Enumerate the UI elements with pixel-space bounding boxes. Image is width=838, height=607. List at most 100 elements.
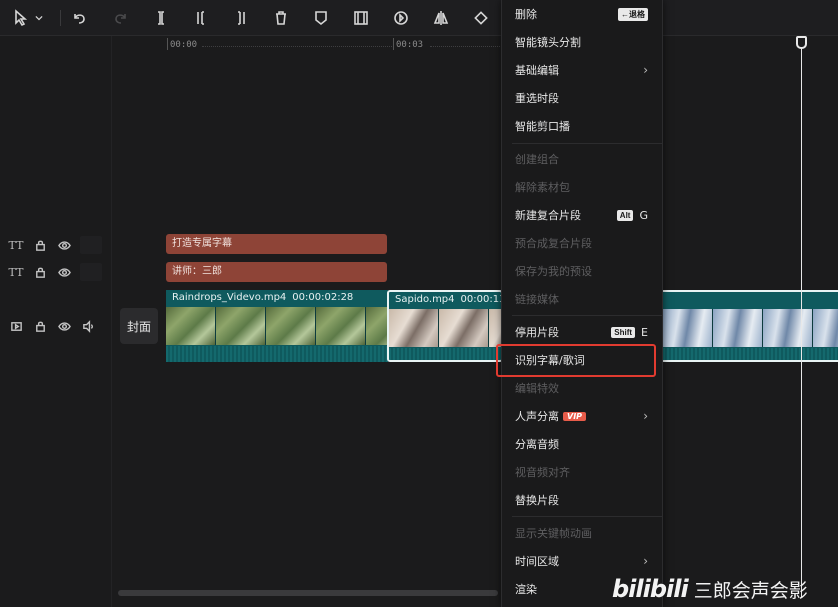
menu-item-label: 显示关键帧动画 bbox=[515, 527, 592, 540]
watermark: bilibili 三郎会声会影 bbox=[612, 573, 808, 605]
menu-item-replace-clip[interactable]: 替换片段 bbox=[502, 486, 662, 514]
mirror-icon[interactable] bbox=[430, 8, 452, 28]
menu-item-label: 重选时段 bbox=[515, 92, 559, 105]
clip-name: Sapido.mp4 bbox=[395, 294, 455, 305]
eye-icon[interactable] bbox=[56, 237, 72, 253]
menu-divider bbox=[512, 516, 662, 517]
video-track-header bbox=[8, 315, 96, 337]
shortcut-key: E bbox=[641, 325, 648, 339]
volume-icon[interactable] bbox=[80, 318, 96, 334]
marker-icon[interactable] bbox=[310, 8, 332, 28]
menu-item-label: 替换片段 bbox=[515, 494, 559, 507]
clip-header: Raindrops_Videvo.mp4 00:00:02:28 bbox=[166, 290, 388, 306]
text-clip-instructor[interactable]: 讲师：三郎 bbox=[166, 262, 387, 282]
clip-thumbnails bbox=[166, 307, 388, 345]
menu-item-label: 渲染 bbox=[515, 583, 537, 596]
context-menu: 删除 ←退格 智能镜头分割 基础编辑 › 重选时段 智能剪口播 创建组合 解除素… bbox=[501, 0, 663, 607]
thumbnail bbox=[663, 309, 713, 347]
menu-divider bbox=[512, 143, 662, 144]
dropdown-chevron-icon[interactable] bbox=[32, 8, 46, 28]
highlight-annotation bbox=[496, 344, 656, 377]
bilibili-logo: bilibili bbox=[612, 575, 689, 603]
thumbnail bbox=[366, 307, 388, 345]
menu-item-basic-edit[interactable]: 基础编辑 › bbox=[502, 56, 662, 84]
menu-item-label: 新建复合片段 bbox=[515, 209, 581, 222]
split-icon[interactable] bbox=[150, 8, 172, 28]
thumbnail bbox=[316, 307, 366, 345]
chevron-right-icon: › bbox=[643, 63, 648, 77]
delete-icon[interactable] bbox=[270, 8, 292, 28]
menu-item-new-compound-clip[interactable]: 新建复合片段 Alt G bbox=[502, 201, 662, 229]
menu-item-disable-clip[interactable]: 停用片段 Shift E bbox=[502, 318, 662, 346]
thumbnail bbox=[166, 307, 216, 345]
menu-item-unpack-asset: 解除素材包 bbox=[502, 173, 662, 201]
thumbnail bbox=[813, 309, 838, 347]
menu-item-label: 分离音频 bbox=[515, 438, 559, 451]
menu-item-link-media: 链接媒体 bbox=[502, 285, 662, 313]
text-track-icon: TT bbox=[8, 238, 24, 252]
menu-item-delete[interactable]: 删除 ←退格 bbox=[502, 0, 662, 28]
menu-item-label: 时间区域 bbox=[515, 555, 559, 568]
menu-item-label: 智能镜头分割 bbox=[515, 36, 581, 49]
cover-button[interactable]: 封面 bbox=[120, 308, 158, 344]
text-track-header-2: TT bbox=[8, 261, 102, 283]
toolbar-divider bbox=[60, 10, 61, 26]
menu-item-label: 创建组合 bbox=[515, 153, 559, 166]
time-ruler[interactable]: 00:00 00:03 bbox=[112, 36, 838, 52]
menu-item-detach-audio[interactable]: 分离音频 bbox=[502, 430, 662, 458]
clip-thumbnails bbox=[389, 309, 501, 347]
trim-left-icon[interactable] bbox=[190, 8, 212, 28]
menu-item-smart-scene-split[interactable]: 智能镜头分割 bbox=[502, 28, 662, 56]
menu-item-create-group: 创建组合 bbox=[502, 145, 662, 173]
shortcut-modifier: Shift bbox=[611, 326, 636, 338]
menu-item-reselect-range[interactable]: 重选时段 bbox=[502, 84, 662, 112]
ruler-mark bbox=[393, 38, 394, 50]
ruler-minor-ticks bbox=[430, 46, 500, 49]
playhead-handle[interactable] bbox=[796, 36, 807, 49]
eye-icon[interactable] bbox=[56, 318, 72, 334]
freeze-frame-icon[interactable] bbox=[350, 8, 372, 28]
clip-duration: 00:00:02:28 bbox=[292, 292, 354, 303]
editor-window: 00:00 00:03 TT TT 封面 打造专属字幕 讲师：三郎 Raindr… bbox=[0, 0, 838, 607]
track-spacer bbox=[80, 263, 102, 281]
menu-item-vocal-separation[interactable]: 人声分离 VIP › bbox=[502, 402, 662, 430]
clip-thumbnails bbox=[663, 309, 838, 347]
menu-item-save-preset: 保存为我的预设 bbox=[502, 257, 662, 285]
lock-icon[interactable] bbox=[32, 318, 48, 334]
lock-icon[interactable] bbox=[32, 237, 48, 253]
horizontal-scrollbar[interactable] bbox=[118, 590, 498, 596]
play-reverse-icon[interactable] bbox=[390, 8, 412, 28]
thumbnail bbox=[266, 307, 316, 345]
audio-waveform bbox=[166, 346, 388, 362]
menu-item-show-keyframes: 显示关键帧动画 bbox=[502, 519, 662, 547]
rotate-icon[interactable] bbox=[470, 8, 492, 28]
menu-item-time-region[interactable]: 时间区域 › bbox=[502, 547, 662, 575]
playhead-line[interactable] bbox=[801, 38, 802, 598]
menu-item-label: 保存为我的预设 bbox=[515, 265, 592, 278]
thumbnail bbox=[389, 309, 439, 347]
menu-item-label: 链接媒体 bbox=[515, 293, 559, 306]
video-clip-sapido[interactable]: Sapido.mp4 00:00:13: bbox=[387, 290, 503, 362]
lock-icon[interactable] bbox=[32, 264, 48, 280]
menu-divider bbox=[512, 315, 662, 316]
thumbnail bbox=[216, 307, 266, 345]
menu-item-label: 视音频对齐 bbox=[515, 466, 570, 479]
clip-duration: 00:00:13: bbox=[460, 294, 501, 305]
text-clip-title[interactable]: 打造专属字幕 bbox=[166, 234, 387, 254]
vip-badge: VIP bbox=[563, 411, 587, 421]
menu-item-label: 智能剪口播 bbox=[515, 120, 570, 133]
chevron-right-icon: › bbox=[643, 554, 648, 568]
menu-item-smart-talk-cut[interactable]: 智能剪口播 bbox=[502, 112, 662, 140]
undo-icon[interactable] bbox=[68, 8, 90, 28]
menu-item-label: 停用片段 bbox=[515, 326, 559, 339]
trim-right-icon[interactable] bbox=[230, 8, 252, 28]
video-clip-sapido-continued[interactable] bbox=[663, 290, 838, 362]
shortcut-modifier: Alt bbox=[616, 209, 634, 221]
video-clip-raindrops[interactable]: Raindrops_Videvo.mp4 00:00:02:28 bbox=[166, 290, 388, 362]
redo-icon[interactable] bbox=[110, 8, 132, 28]
eye-icon[interactable] bbox=[56, 264, 72, 280]
menu-item-edit-effects: 编辑特效 bbox=[502, 374, 662, 402]
thumbnail bbox=[713, 309, 763, 347]
clip-header: Sapido.mp4 00:00:13: bbox=[389, 292, 501, 308]
select-cursor-icon[interactable] bbox=[10, 8, 32, 28]
